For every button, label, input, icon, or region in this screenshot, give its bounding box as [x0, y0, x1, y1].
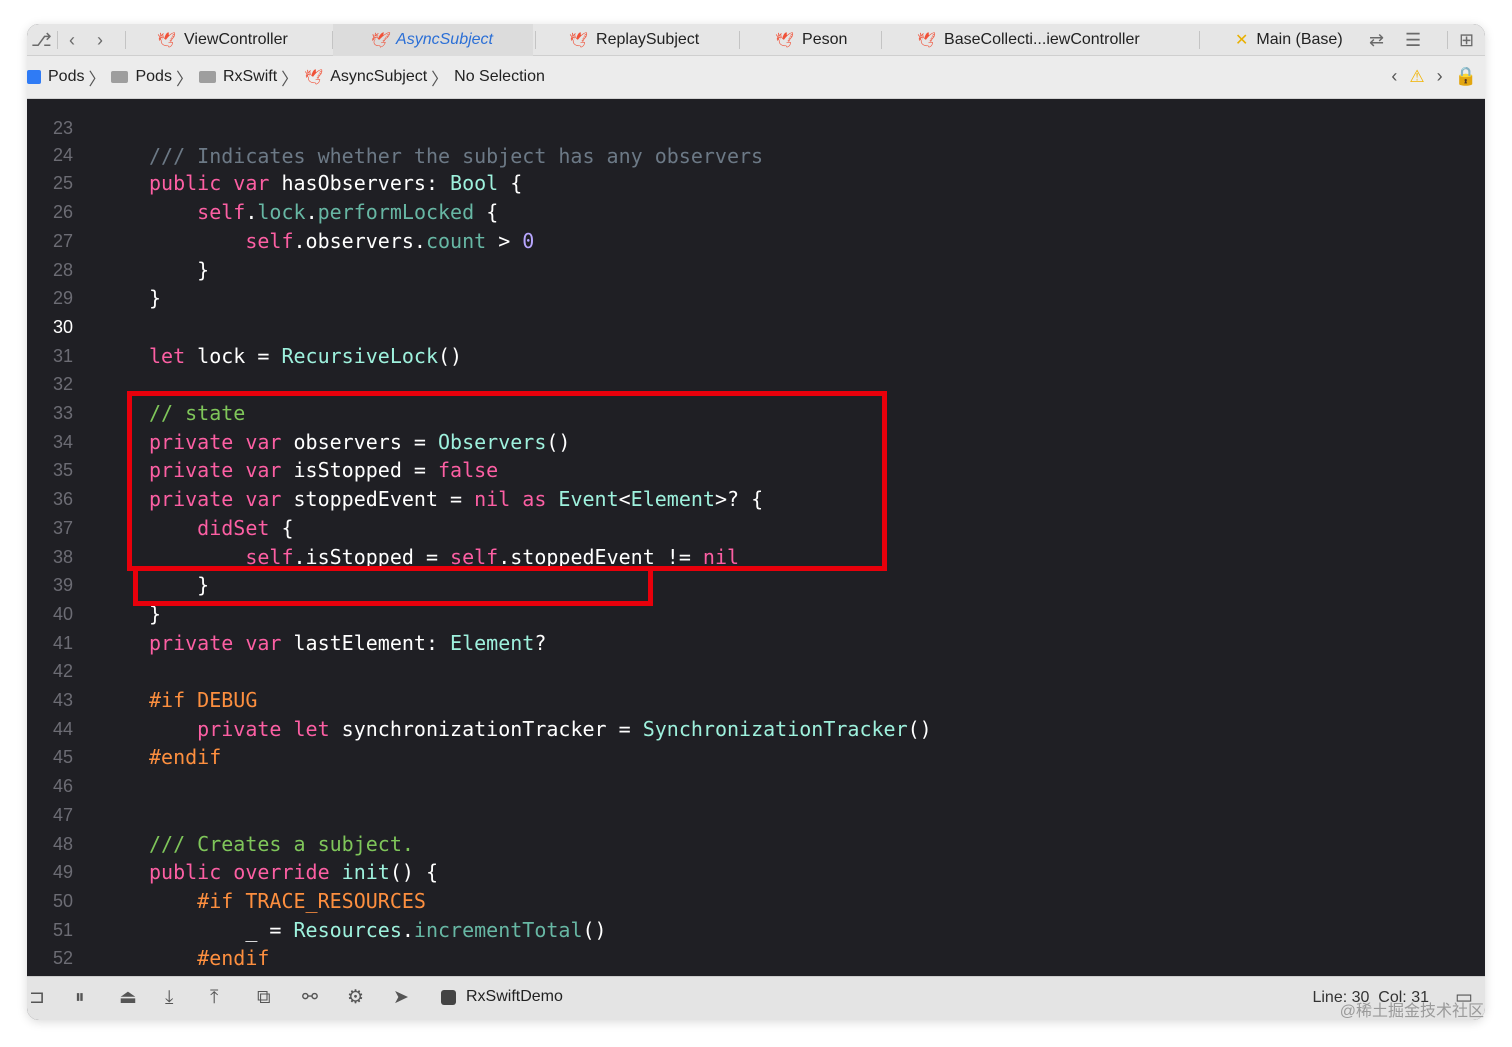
add-editor-icon[interactable]: ⊞	[1459, 28, 1474, 52]
code-line: 32 // state	[52, 374, 246, 425]
highlight-box-last-element	[133, 566, 653, 606]
next-issue-icon[interactable]: ›	[1437, 66, 1443, 87]
code-line: 26 self.observers.count > 0	[27, 169, 1485, 253]
folder-icon	[198, 71, 216, 83]
tab-basecollectionviewcontroller[interactable]: 🕊 BaseCollecti...iewController	[917, 24, 1197, 56]
code-line: 44 #endif	[52, 718, 222, 770]
code-line: 46	[52, 776, 73, 797]
code-line: 51 #endif	[27, 887, 1485, 971]
chevron-right-icon: 〉	[175, 69, 193, 89]
swift-file-icon: 🕊	[775, 32, 795, 49]
code-line: 42 #if DEBUG	[52, 661, 258, 712]
related-items-icon[interactable]: ⎇	[31, 28, 52, 52]
tab-replaysubject[interactable]: 🕊 ReplaySubject	[569, 24, 749, 56]
code-line: 49 #if TRACE_RESOURCES	[27, 830, 1485, 913]
step-out-icon[interactable]: ⤒	[210, 987, 218, 1009]
back-arrow-icon[interactable]: ‹	[69, 28, 75, 52]
swift-file-icon: 🕊	[917, 32, 937, 49]
tab-bar: ⎇ ‹ › 🕊 ViewController 🕊 AsyncSubject 🕊 …	[27, 24, 1485, 56]
editor-options-icon[interactable]: ☰	[1405, 28, 1421, 52]
app-icon	[441, 989, 456, 1005]
jump-bar: Pods 〉 Pods 〉 RxSwift 〉 🕊 AsyncSubject 〉…	[27, 56, 1485, 99]
step-into-icon[interactable]: ⤓	[165, 987, 173, 1009]
xcode-window: ⎇ ‹ › 🕊 ViewController 🕊 AsyncSubject 🕊 …	[27, 24, 1485, 1020]
code-line: 50 _ = Resources.incrementTotal()	[27, 858, 1485, 942]
chevron-right-icon: 〉	[88, 69, 106, 89]
view-hierarchy-icon[interactable]: ⧉	[257, 987, 271, 1009]
project-icon	[27, 70, 41, 84]
storyboard-icon: ✕	[1235, 32, 1249, 49]
breadcrumb-pods-group[interactable]: Pods	[111, 68, 172, 86]
chevron-right-icon: 〉	[431, 69, 449, 89]
step-over-icon[interactable]: ⏏	[119, 987, 137, 1009]
code-line: 48 public override init() {	[27, 801, 1485, 885]
tab-asyncsubject[interactable]: 🕊 AsyncSubject	[333, 24, 533, 56]
forward-arrow-icon[interactable]: ›	[97, 28, 103, 52]
swap-icon[interactable]: ⇄	[1369, 28, 1384, 52]
swift-file-icon: 🕊	[157, 32, 177, 49]
swift-file-icon: 🕊	[369, 32, 389, 49]
warning-icon[interactable]: ⚠	[1409, 67, 1424, 87]
code-line: 29	[52, 288, 73, 309]
simulate-location-icon[interactable]: ➤	[393, 987, 409, 1009]
debug-bar: ⊐ ⏸ ⏏ ⤓ ⤒ ⧉ ⚯ ⚙ ➤ RxSwiftDemo Line: 30 C…	[27, 976, 1485, 1020]
environment-overrides-icon[interactable]: ⚙	[347, 987, 364, 1009]
code-line: 43 private let synchronizationTracker = …	[27, 657, 1485, 741]
previous-issue-icon[interactable]: ‹	[1391, 66, 1397, 87]
watermark: @稀土掘金技术社区	[1339, 1003, 1484, 1020]
code-editor[interactable]: 23 /// Indicates whether the subject has…	[27, 99, 1485, 976]
breadcrumb-no-selection[interactable]: No Selection	[454, 68, 545, 86]
code-line-current: 30 let lock = RecursiveLock()	[27, 284, 1485, 368]
scheme-selector[interactable]: RxSwiftDemo	[441, 988, 563, 1006]
code-line: 45	[52, 747, 73, 768]
breadcrumb-rxswift[interactable]: RxSwift	[198, 68, 277, 86]
lock-icon[interactable]: 🔒	[1455, 66, 1477, 87]
tab-main-base[interactable]: ✕ Main (Base)	[1235, 24, 1365, 56]
code-line: 27 }	[27, 198, 1485, 282]
breadcrumb-asyncsubject[interactable]: 🕊 AsyncSubject	[304, 68, 427, 86]
chevron-right-icon: 〉	[281, 69, 299, 89]
swift-file-icon: 🕊	[304, 69, 324, 86]
folder-icon	[111, 71, 129, 83]
tab-viewcontroller[interactable]: 🕊 ViewController	[157, 24, 327, 56]
highlight-box-stopped-state	[127, 391, 887, 571]
swift-file-icon: 🕊	[569, 32, 589, 49]
code-line: 31	[52, 345, 73, 366]
code-line: 53 }	[27, 944, 1485, 973]
code-line: 47 /// Creates a subject.	[52, 804, 414, 856]
pause-icon[interactable]: ⏸	[75, 987, 85, 1009]
memory-graph-icon[interactable]: ⚯	[302, 987, 318, 1009]
tab-peson[interactable]: 🕊 Peson	[775, 24, 885, 56]
breadcrumb-pods-project[interactable]: Pods	[27, 68, 84, 86]
code-line: 28 }	[27, 227, 1485, 311]
code-line: 24 public var hasObservers: Bool {	[27, 112, 1485, 196]
hide-debug-area-icon[interactable]: ⊐	[29, 987, 45, 1009]
code-line: 25 self.lock.performLocked {	[27, 141, 1485, 224]
code-line: 52 super.init()	[27, 916, 1485, 976]
